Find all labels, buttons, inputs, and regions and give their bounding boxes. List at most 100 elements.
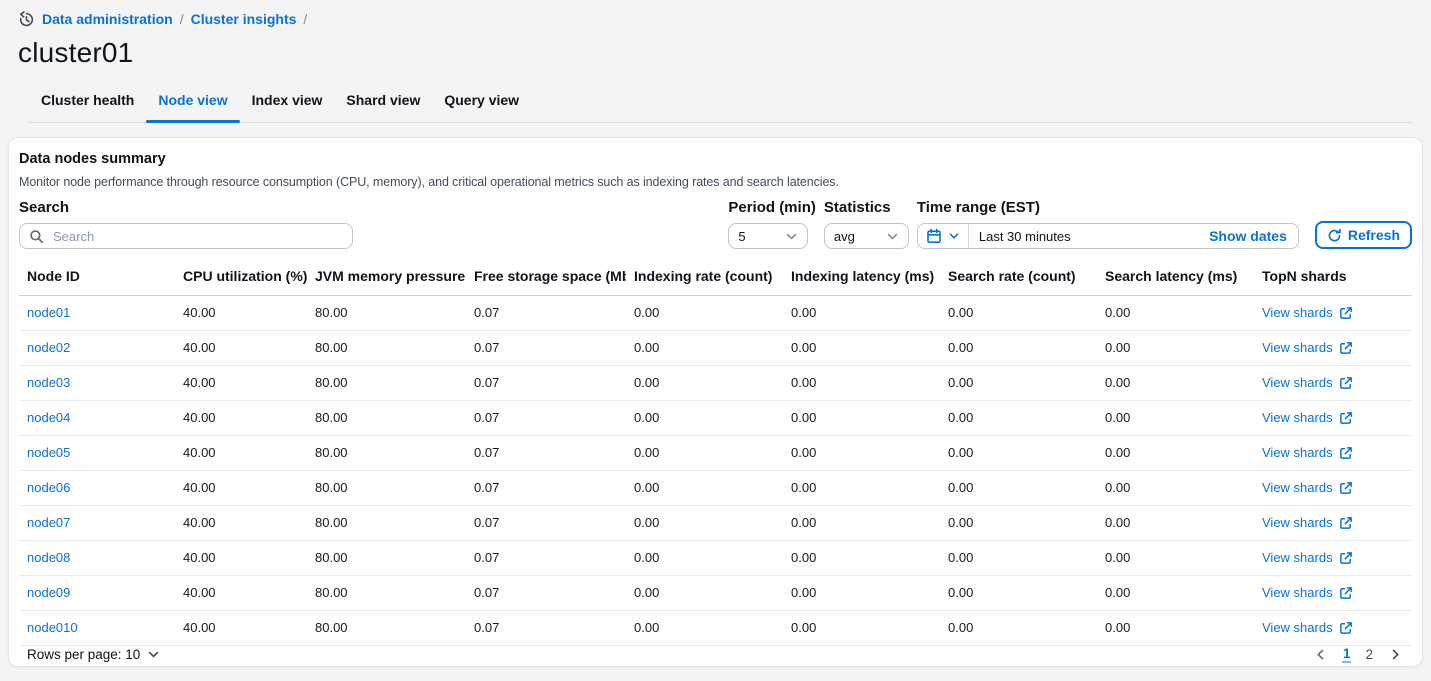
breadcrumb-separator: / — [180, 11, 184, 27]
indexing-latency-value: 0.00 — [783, 401, 940, 436]
view-shards-label: View shards — [1262, 585, 1333, 600]
node-id-link[interactable]: node010 — [27, 620, 78, 635]
view-shards-label: View shards — [1262, 375, 1333, 390]
pagination-page-1[interactable]: 1 — [1342, 646, 1352, 663]
indexing-latency-value: 0.00 — [783, 366, 940, 401]
period-filter: Period (min) 5 — [728, 199, 816, 249]
view-shards-label: View shards — [1262, 620, 1333, 635]
view-shards-link[interactable]: View shards — [1262, 550, 1353, 565]
tab-node-view[interactable]: Node view — [146, 92, 239, 122]
calendar-icon — [926, 228, 942, 244]
view-shards-link[interactable]: View shards — [1262, 585, 1353, 600]
jvm-memory-pressure-value: 80.00 — [307, 331, 466, 366]
tab-query-view[interactable]: Query view — [432, 92, 531, 122]
time-range-label: Time range (EST) — [917, 199, 1299, 216]
table-header-row: Node ID CPU utilization (%) JVM memory p… — [19, 260, 1412, 296]
tab-bar: Cluster health Node view Index view Shar… — [29, 92, 1413, 123]
search-input[interactable] — [51, 228, 343, 245]
view-shards-link[interactable]: View shards — [1262, 305, 1353, 320]
view-shards-label: View shards — [1262, 410, 1333, 425]
view-shards-link[interactable]: View shards — [1262, 410, 1353, 425]
period-select[interactable]: 5 — [728, 223, 808, 249]
node-id-link[interactable]: node03 — [27, 375, 70, 390]
search-latency-value: 0.00 — [1097, 436, 1254, 471]
indexing-rate-value: 0.00 — [626, 436, 783, 471]
view-shards-label: View shards — [1262, 550, 1333, 565]
external-link-icon — [1339, 306, 1353, 320]
column-header-search-rate: Search rate (count) — [940, 260, 1097, 296]
tab-index-view[interactable]: Index view — [240, 92, 335, 122]
indexing-latency-value: 0.00 — [783, 576, 940, 611]
table-row: node07 40.00 80.00 0.07 0.00 0.00 0.00 0… — [19, 506, 1412, 541]
tab-shard-view[interactable]: Shard view — [334, 92, 432, 122]
statistics-select[interactable]: avg — [824, 223, 909, 249]
pagination-prev-button[interactable] — [1312, 646, 1329, 663]
search-latency-value: 0.00 — [1097, 541, 1254, 576]
chevron-down-icon — [948, 230, 960, 242]
header-area: Data administration / Cluster insights /… — [0, 0, 1431, 123]
free-storage-space-value: 0.07 — [466, 506, 626, 541]
search-rate-value: 0.00 — [940, 331, 1097, 366]
free-storage-space-value: 0.07 — [466, 366, 626, 401]
cpu-utilization-value: 40.00 — [175, 366, 307, 401]
node-id-link[interactable]: node02 — [27, 340, 70, 355]
node-id-link[interactable]: node04 — [27, 410, 70, 425]
node-id-link[interactable]: node06 — [27, 480, 70, 495]
chevron-left-icon — [1314, 648, 1327, 661]
search-latency-value: 0.00 — [1097, 296, 1254, 331]
view-shards-link[interactable]: View shards — [1262, 375, 1353, 390]
search-input-container — [19, 223, 353, 249]
node-id-link[interactable]: node01 — [27, 305, 70, 320]
search-rate-value: 0.00 — [940, 296, 1097, 331]
jvm-memory-pressure-value: 80.00 — [307, 611, 466, 646]
indexing-rate-value: 0.00 — [626, 401, 783, 436]
node-id-link[interactable]: node07 — [27, 515, 70, 530]
external-link-icon — [1339, 341, 1353, 355]
view-shards-label: View shards — [1262, 445, 1333, 460]
view-shards-label: View shards — [1262, 305, 1333, 320]
view-shards-link[interactable]: View shards — [1262, 515, 1353, 530]
refresh-button[interactable]: Refresh — [1315, 221, 1412, 249]
view-shards-link[interactable]: View shards — [1262, 340, 1353, 355]
pagination-next-button[interactable] — [1387, 646, 1404, 663]
search-latency-value: 0.00 — [1097, 366, 1254, 401]
time-range-value[interactable]: Last 30 minutes — [969, 229, 1198, 244]
free-storage-space-value: 0.07 — [466, 471, 626, 506]
node-id-link[interactable]: node05 — [27, 445, 70, 460]
node-id-link[interactable]: node09 — [27, 585, 70, 600]
external-link-icon — [1339, 586, 1353, 600]
rows-per-page-selector[interactable]: Rows per page: 10 — [27, 647, 160, 662]
statistics-select-value: avg — [834, 229, 855, 244]
external-link-icon — [1339, 621, 1353, 635]
search-rate-value: 0.00 — [940, 576, 1097, 611]
table-footer: Rows per page: 10 1 2 — [19, 646, 1412, 667]
view-shards-link[interactable]: View shards — [1262, 445, 1353, 460]
indexing-rate-value: 0.00 — [626, 366, 783, 401]
view-shards-link[interactable]: View shards — [1262, 620, 1353, 635]
cpu-utilization-value: 40.00 — [175, 436, 307, 471]
external-link-icon — [1339, 551, 1353, 565]
indexing-latency-value: 0.00 — [783, 471, 940, 506]
pagination-page-2[interactable]: 2 — [1364, 647, 1374, 662]
column-header-search-latency: Search latency (ms) — [1097, 260, 1254, 296]
view-shards-link[interactable]: View shards — [1262, 480, 1353, 495]
calendar-dropdown-button[interactable] — [918, 224, 969, 248]
tab-cluster-health[interactable]: Cluster health — [29, 92, 146, 122]
indexing-latency-value: 0.00 — [783, 331, 940, 366]
chevron-down-icon — [147, 648, 160, 661]
breadcrumb-link-cluster-insights[interactable]: Cluster insights — [191, 11, 297, 27]
external-link-icon — [1339, 516, 1353, 530]
column-header-indexing-latency: Indexing latency (ms) — [783, 260, 940, 296]
indexing-latency-value: 0.00 — [783, 541, 940, 576]
node-id-link[interactable]: node08 — [27, 550, 70, 565]
time-range-filter: Time range (EST) — [917, 199, 1299, 249]
cpu-utilization-value: 40.00 — [175, 541, 307, 576]
show-dates-link[interactable]: Show dates — [1198, 228, 1298, 244]
indexing-rate-value: 0.00 — [626, 506, 783, 541]
breadcrumb-link-data-administration[interactable]: Data administration — [42, 11, 173, 27]
table-row: node08 40.00 80.00 0.07 0.00 0.00 0.00 0… — [19, 541, 1412, 576]
filters-group: Period (min) 5 Statistics avg — [728, 199, 1412, 249]
jvm-memory-pressure-value: 80.00 — [307, 296, 466, 331]
free-storage-space-value: 0.07 — [466, 296, 626, 331]
free-storage-space-value: 0.07 — [466, 331, 626, 366]
